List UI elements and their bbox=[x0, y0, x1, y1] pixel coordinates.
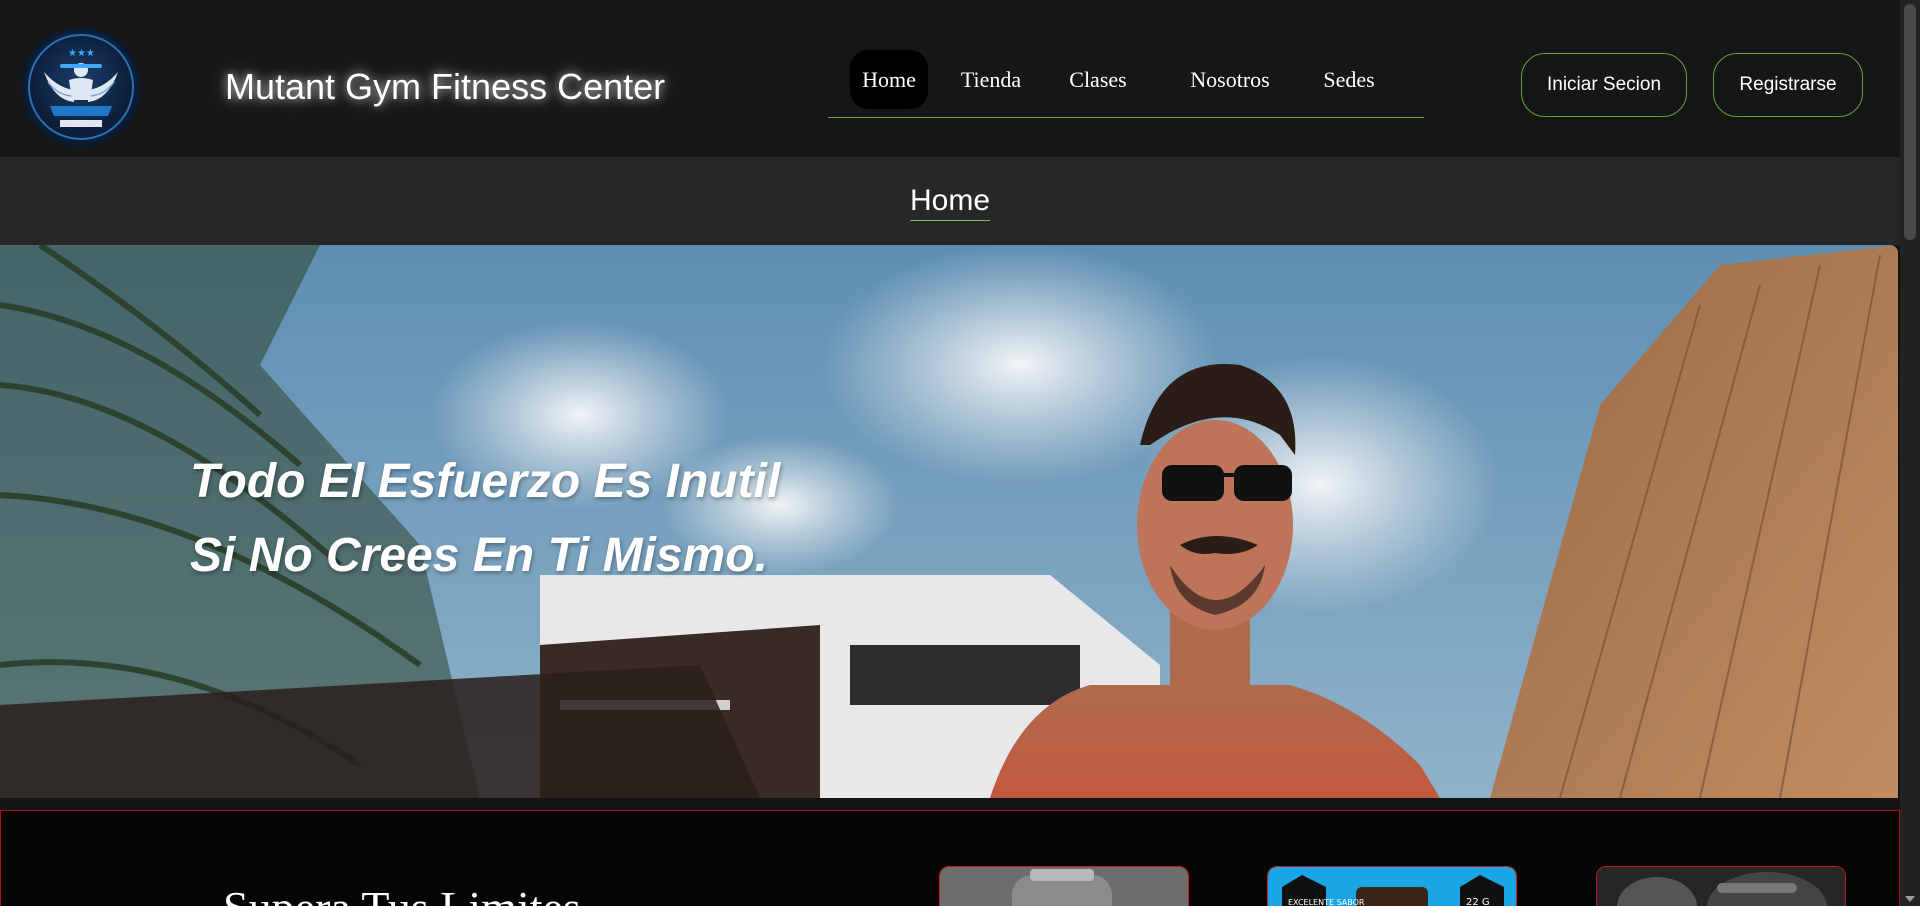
gym-logo[interactable]: ★★★ bbox=[24, 30, 138, 144]
brand-name: Mutant Gym Fitness Center bbox=[225, 66, 666, 107]
hero-banner: Todo El Esfuerzo Es Inutil Si No Crees E… bbox=[0, 245, 1898, 798]
nav-item-nosotros[interactable]: Nosotros bbox=[1186, 50, 1274, 109]
promo-title: Supera Tus Limites bbox=[223, 881, 581, 906]
promo-section: Supera Tus Limites EXCELENTE SABOR 22 G bbox=[0, 810, 1900, 906]
register-button[interactable]: Registrarse bbox=[1713, 53, 1863, 117]
training-photo-image bbox=[1597, 867, 1845, 906]
hero-quote-line-2: Si No Crees En Ti Mismo. bbox=[190, 529, 768, 582]
nav-item-tienda[interactable]: Tienda bbox=[956, 50, 1026, 109]
supplement-shaker-image bbox=[940, 867, 1188, 906]
login-button[interactable]: Iniciar Secion bbox=[1521, 53, 1687, 117]
site-header: ★★★ Mutant Gym Fitness Center Home Tiend… bbox=[0, 0, 1900, 157]
promo-card-2[interactable]: EXCELENTE SABOR 22 G bbox=[1267, 866, 1517, 906]
nav-item-sedes[interactable]: Sedes bbox=[1318, 50, 1380, 109]
section-title-bar: Home bbox=[0, 157, 1900, 245]
badge-right-label: 22 G bbox=[1466, 897, 1490, 906]
scrollbar-thumb[interactable] bbox=[1904, 4, 1916, 240]
page-scrollbar[interactable] bbox=[1900, 0, 1920, 906]
hero-quote: Todo El Esfuerzo Es Inutil Si No Crees E… bbox=[190, 445, 780, 593]
hero-quote-line-1: Todo El Esfuerzo Es Inutil bbox=[190, 455, 781, 508]
nav-item-clases[interactable]: Clases bbox=[1064, 50, 1132, 109]
promo-card-1[interactable] bbox=[939, 866, 1189, 906]
page-title: Home bbox=[909, 184, 991, 221]
scroll-down-arrow-icon[interactable] bbox=[1905, 896, 1915, 902]
main-nav: Home Tienda Clases Nosotros Sedes bbox=[828, 50, 1424, 118]
svg-text:★★★: ★★★ bbox=[68, 48, 95, 59]
gym-crest-icon: ★★★ bbox=[28, 34, 134, 140]
badge-left-label: EXCELENTE SABOR bbox=[1288, 898, 1365, 906]
supplement-product-image: EXCELENTE SABOR 22 G bbox=[1268, 867, 1516, 906]
nav-item-home[interactable]: Home bbox=[850, 50, 928, 109]
promo-card-3[interactable] bbox=[1596, 866, 1846, 906]
